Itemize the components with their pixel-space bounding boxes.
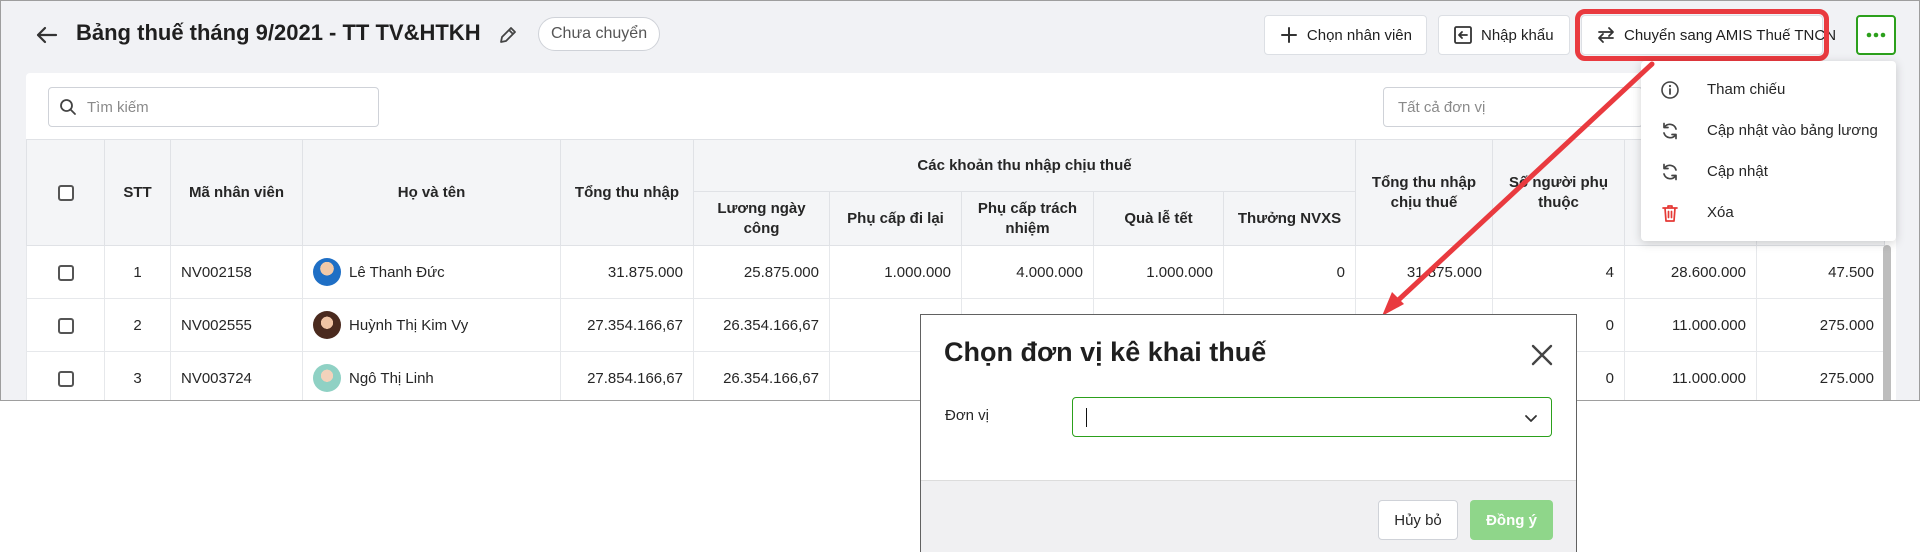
- cell-employee-code: NV002158: [170, 245, 303, 299]
- header-travel-allowance: Phụ cấp đi lại: [829, 191, 962, 246]
- header-full-name: Họ và tên: [302, 139, 561, 246]
- refresh-icon: [1659, 120, 1681, 142]
- cell-column-12: 28.600.000: [1624, 245, 1757, 299]
- confirm-button[interactable]: Đồng ý: [1470, 500, 1553, 540]
- cell-full-name: Huỳnh Thị Kim Vy: [302, 298, 561, 352]
- add-employee-button[interactable]: Chọn nhân viên: [1264, 15, 1427, 55]
- row-select-cell: [26, 298, 105, 352]
- cell-total-income: 27.354.166,67: [560, 298, 694, 352]
- employee-name: Huỳnh Thị Kim Vy: [349, 316, 469, 334]
- swap-arrows-icon: [1596, 25, 1616, 45]
- header-employee-code: Mã nhân viên: [170, 139, 303, 246]
- avatar: [313, 258, 341, 286]
- transfer-to-amis-button[interactable]: Chuyển sang AMIS Thuế TNCN: [1575, 9, 1836, 61]
- header-taxable-total: Tổng thu nhập chịu thuế: [1355, 139, 1493, 246]
- cell-salary: 26.354.166,67: [693, 298, 830, 352]
- header-salary: Lương ngày công: [693, 191, 830, 246]
- table-row[interactable]: 1 NV002158 Lê Thanh Đức 31.875.000 25.87…: [26, 245, 1885, 299]
- menu-item-update-payroll[interactable]: Cập nhật vào bảng lương: [1641, 110, 1896, 151]
- header-stt: STT: [104, 139, 171, 246]
- row-select-cell: [26, 351, 105, 400]
- cell-responsibility: 4.000.000: [961, 245, 1094, 299]
- chevron-down-icon[interactable]: [1523, 410, 1539, 426]
- employee-name: Lê Thanh Đức: [349, 263, 445, 281]
- cell-stt: 2: [104, 298, 171, 352]
- header-total-income: Tổng thu nhập: [560, 139, 694, 246]
- cell-taxable-total: 31.875.000: [1355, 245, 1493, 299]
- menu-item-delete[interactable]: Xóa: [1641, 192, 1896, 233]
- avatar: [313, 364, 341, 392]
- unit-filter-select[interactable]: Tất cả đơn vị: [1383, 87, 1643, 127]
- cell-full-name: Lê Thanh Đức: [302, 245, 561, 299]
- cell-column-12: 11.000.000: [1624, 351, 1757, 400]
- cell-total-income: 27.854.166,67: [560, 351, 694, 400]
- close-icon[interactable]: [1528, 341, 1556, 369]
- cell-employee-code: NV003724: [170, 351, 303, 400]
- cell-stt: 3: [104, 351, 171, 400]
- row-select-cell: [26, 245, 105, 299]
- header-gift: Quà lễ tết: [1093, 191, 1224, 246]
- top-bar: Bảng thuế tháng 9/2021 - TT TV&HTKH Chưa…: [1, 1, 1919, 69]
- text-cursor: [1086, 408, 1087, 427]
- cell-gift: 1.000.000: [1093, 245, 1224, 299]
- menu-item-reference[interactable]: Tham chiếu: [1641, 69, 1896, 110]
- cell-column-13: 275.000: [1756, 298, 1885, 352]
- menu-item-label: Tham chiếu: [1707, 81, 1786, 98]
- cell-employee-code: NV002555: [170, 298, 303, 352]
- trash-icon: [1659, 202, 1681, 224]
- status-badge: Chưa chuyển: [538, 17, 661, 51]
- avatar: [313, 311, 341, 339]
- row-checkbox[interactable]: [57, 317, 74, 334]
- add-employee-label: Chọn nhân viên: [1306, 26, 1412, 44]
- header-bonus: Thưởng NVXS: [1223, 191, 1356, 246]
- employee-name: Ngô Thị Linh: [349, 369, 434, 387]
- menu-item-label: Xóa: [1707, 204, 1734, 221]
- cell-bonus: 0: [1223, 245, 1356, 299]
- cell-salary: 26.354.166,67: [693, 351, 830, 400]
- menu-item-update[interactable]: Cập nhật: [1641, 151, 1896, 192]
- row-checkbox[interactable]: [57, 370, 74, 387]
- back-button[interactable]: [33, 23, 61, 47]
- pencil-icon[interactable]: [497, 24, 519, 46]
- header-responsibility-allowance: Phụ cấp trách nhiệm: [961, 191, 1094, 246]
- more-options-menu: Tham chiếu Cập nhật vào bảng lương Cập n…: [1641, 61, 1896, 241]
- menu-item-label: Cập nhật: [1707, 163, 1768, 180]
- cell-full-name: Ngô Thị Linh: [302, 351, 561, 400]
- cell-salary: 25.875.000: [693, 245, 830, 299]
- cell-column-13: 275.000: [1756, 351, 1885, 400]
- refresh-icon: [1659, 161, 1681, 183]
- search-icon: [60, 99, 76, 115]
- dialog-title: Chọn đơn vị kê khai thuế: [944, 337, 1267, 367]
- cell-column-12: 11.000.000: [1624, 298, 1757, 352]
- cell-total-income: 31.875.000: [560, 245, 694, 299]
- arrow-left-icon: [36, 26, 58, 44]
- header-taxable-group: Các khoản thu nhập chịu thuế: [693, 139, 1356, 192]
- cell-column-13: 47.500: [1756, 245, 1885, 299]
- search-box: [48, 87, 379, 127]
- select-tax-unit-dialog: Chọn đơn vị kê khai thuế Đơn vị Hủy bỏ Đ…: [920, 314, 1577, 552]
- header-dependents: Số người phụ thuộc: [1492, 139, 1625, 246]
- unit-field-label: Đơn vị: [945, 407, 990, 424]
- import-icon: [1453, 25, 1473, 45]
- ellipsis-icon: [1866, 32, 1886, 38]
- cell-dependents: 4: [1492, 245, 1625, 299]
- more-options-button[interactable]: [1856, 15, 1896, 55]
- row-checkbox[interactable]: [57, 264, 74, 281]
- plus-icon: [1279, 25, 1299, 45]
- unit-combobox[interactable]: [1072, 397, 1552, 437]
- cell-stt: 1: [104, 245, 171, 299]
- search-input[interactable]: [87, 98, 357, 116]
- table-scrollbar[interactable]: [1883, 245, 1891, 400]
- menu-item-label: Cập nhật vào bảng lương: [1707, 122, 1878, 139]
- page-title: Bảng thuế tháng 9/2021 - TT TV&HTKH: [76, 20, 481, 45]
- select-all-header: [26, 139, 105, 246]
- select-all-checkbox[interactable]: [57, 184, 74, 201]
- import-label: Nhập khẩu: [1481, 26, 1554, 44]
- info-icon: [1659, 79, 1681, 101]
- cancel-button[interactable]: Hủy bỏ: [1378, 500, 1458, 540]
- cell-travel: 1.000.000: [829, 245, 962, 299]
- import-button[interactable]: Nhập khẩu: [1438, 15, 1570, 55]
- transfer-label: Chuyển sang AMIS Thuế TNCN: [1624, 26, 1837, 44]
- dialog-footer: Hủy bỏ Đồng ý: [921, 480, 1576, 552]
